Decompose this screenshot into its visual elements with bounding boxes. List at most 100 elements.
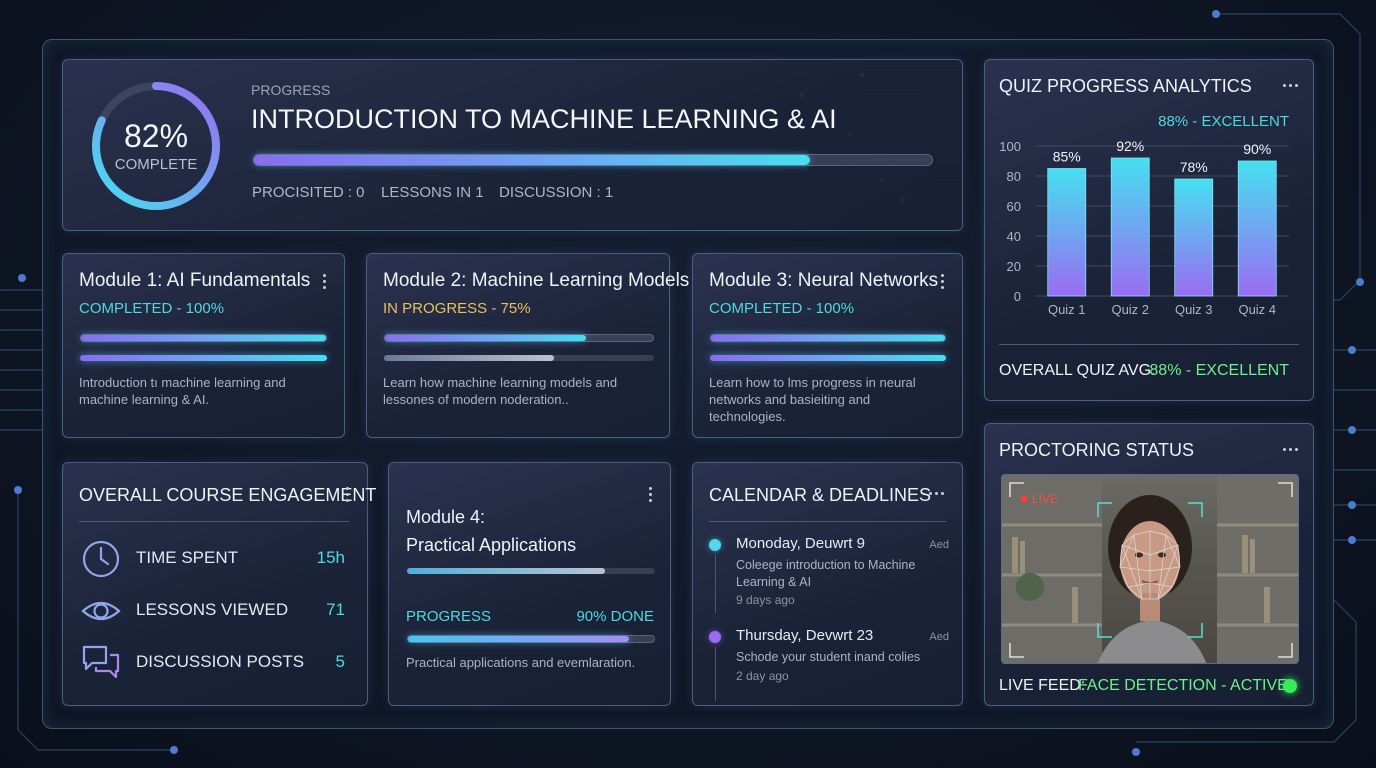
recording-dot-icon xyxy=(1020,495,1028,503)
event-date: Thursday, Devwrt 23 xyxy=(736,627,874,644)
proctoring-card: PROCTORING STATUS LIVE LIVE FEED: FACE D… xyxy=(984,423,1314,706)
more-options-icon[interactable] xyxy=(323,274,327,290)
engagement-value: 5 xyxy=(335,652,345,671)
divider xyxy=(79,521,349,522)
quiz-title: QUIZ PROGRESS ANALYTICS xyxy=(999,76,1252,96)
chart-bar xyxy=(1110,157,1150,297)
module-title: Module 1: AI Fundamentals xyxy=(79,270,311,291)
more-options-icon[interactable] xyxy=(346,487,350,503)
y-tick-label: 80 xyxy=(1007,169,1021,184)
module-progress-bar-fill xyxy=(711,335,945,341)
course-progress-bar xyxy=(253,154,933,166)
bar-data-label: 90% xyxy=(1243,141,1271,157)
engagement-title: OVERALL COURSE ENGAGEMENT xyxy=(79,485,377,505)
chart-bar xyxy=(1047,168,1087,297)
engagement-row: DISCUSSION POSTS 5 xyxy=(79,641,349,681)
module-secondary-bar-fill xyxy=(384,355,555,361)
stat-processed: PROCISITED : 0 xyxy=(252,184,365,201)
course-progress-bar-fill xyxy=(254,155,810,165)
module-status: IN PROGRESS - 75% xyxy=(383,300,531,317)
progress-percent: 82% xyxy=(123,118,189,154)
progress-done: 90% DONE xyxy=(576,608,654,625)
module-card[interactable]: Module 1: AI Fundamentals COMPLETED - 10… xyxy=(62,253,345,438)
module-progress-bar xyxy=(407,568,655,574)
module-description: Learn how to lms progress in neural netw… xyxy=(709,375,916,424)
event-dot xyxy=(709,539,721,551)
module-title-line2: Practical Applications xyxy=(406,535,577,555)
chat-icon xyxy=(82,645,120,679)
live-video-feed[interactable]: LIVE xyxy=(1001,474,1299,664)
quiz-badge: 88% - EXCELLENT xyxy=(1158,113,1289,130)
module-progress-bar xyxy=(80,334,327,342)
engagement-row: LESSONS VIEWED 71 xyxy=(79,589,349,629)
module-secondary-bar xyxy=(80,355,327,361)
engagement-label: LESSONS VIEWED xyxy=(136,600,289,619)
module-card[interactable]: Module 3: Neural Networks COMPLETED - 10… xyxy=(692,253,963,438)
module-description: Practical applications and evemlaration. xyxy=(406,655,636,670)
module-title-line1: Module 4: xyxy=(406,507,486,527)
module-description: Introduction tı machine learning and mac… xyxy=(79,375,286,407)
module-progress-bar-fill xyxy=(407,568,606,574)
event-description: Coleege introduction to Machine Learning… xyxy=(736,558,916,589)
module-4-progress-bar-fill xyxy=(408,636,630,642)
module-card[interactable]: Module 2: Machine Learning Models IN PRO… xyxy=(366,253,689,438)
more-options-icon[interactable] xyxy=(1283,84,1298,88)
event-tag: Aed xyxy=(929,539,949,551)
stat-discussion: DISCUSSION : 1 xyxy=(499,184,614,201)
y-tick-label: 60 xyxy=(1007,199,1021,214)
engagement-card: OVERALL COURSE ENGAGEMENT TIME SPENT 15h… xyxy=(62,462,376,706)
clock-icon xyxy=(82,540,120,578)
page-title: INTRODUCTION TO MACHINE LEARNING & AI xyxy=(251,104,837,134)
engagement-value: 71 xyxy=(326,600,345,619)
module-description: Learn how machine learning models and le… xyxy=(383,375,618,407)
calendar-title: CALENDAR & DEADLINES xyxy=(709,485,932,505)
chart-bar xyxy=(1237,160,1277,297)
engagement-label: DISCUSSION POSTS xyxy=(136,652,305,671)
x-tick-label: Quiz 1 xyxy=(1048,302,1086,317)
course-progress-card: 82% COMPLETE PROGRESS INTRODUCTION TO MA… xyxy=(62,59,963,231)
module-progress-bar-fill xyxy=(81,335,326,341)
engagement-label: TIME SPENT xyxy=(136,548,239,567)
quiz-bar-chart: 0 20 40 60 80 100 85% Quiz 1 92% Quiz 2 78% Quiz 3 9… xyxy=(999,138,1289,317)
module-progress-bar-fill xyxy=(385,335,586,341)
module-secondary-bar-fill xyxy=(80,355,327,361)
x-tick-label: Quiz 4 xyxy=(1238,302,1276,317)
more-options-icon[interactable] xyxy=(941,274,945,290)
x-tick-label: Quiz 2 xyxy=(1111,302,1149,317)
event-time-ago: 9 days ago xyxy=(736,593,795,607)
module-progress-bar xyxy=(384,334,654,342)
module-card[interactable]: Module 4: Practical Applications PROGRES… xyxy=(388,462,671,706)
module-status: COMPLETED - 100% xyxy=(709,300,855,317)
y-tick-label: 40 xyxy=(1007,229,1021,244)
progress-label: PROGRESS xyxy=(251,82,331,98)
module-status: COMPLETED - 100% xyxy=(79,300,225,317)
module-secondary-bar xyxy=(384,355,654,361)
event-time-ago: 2 day ago xyxy=(736,669,789,683)
live-tag: LIVE xyxy=(1032,492,1059,506)
status-indicator-icon xyxy=(1283,679,1297,693)
event-description: Schode your student inand colies xyxy=(736,650,921,664)
divider xyxy=(709,521,946,522)
overall-quiz-label: OVERALL QUIZ AVG. xyxy=(999,362,1156,379)
bar-data-label: 92% xyxy=(1116,138,1144,154)
eye-icon xyxy=(81,601,121,621)
proctoring-title: PROCTORING STATUS xyxy=(999,440,1195,460)
quiz-analytics-card: QUIZ PROGRESS ANALYTICS 88% - EXCELLENT … xyxy=(984,59,1314,401)
module-secondary-bar-fill xyxy=(710,355,946,361)
module-title: Module 3: Neural Networks xyxy=(709,270,939,291)
more-options-icon[interactable] xyxy=(929,492,944,496)
live-feed-label: LIVE FEED: xyxy=(999,677,1086,694)
engagement-row: TIME SPENT 15h xyxy=(79,537,349,578)
module-4-progress-bar xyxy=(407,635,655,643)
event-date: Monoday, Deuwrt 9 xyxy=(736,535,865,552)
module-progress-bar xyxy=(710,334,946,342)
stat-lessons: LESSONS IN 1 xyxy=(381,184,484,201)
y-tick-label: 100 xyxy=(999,139,1021,154)
bar-data-label: 85% xyxy=(1053,149,1081,165)
event-dot xyxy=(709,631,721,643)
more-options-icon[interactable] xyxy=(1283,448,1298,452)
calendar-event[interactable]: Monoday, Deuwrt 9 Aed Coleege introducti… xyxy=(709,535,949,615)
calendar-event[interactable]: Thursday, Devwrt 23 Aed Schode your stud… xyxy=(709,627,949,687)
y-tick-label: 0 xyxy=(1014,289,1021,304)
more-options-icon[interactable] xyxy=(649,487,653,503)
